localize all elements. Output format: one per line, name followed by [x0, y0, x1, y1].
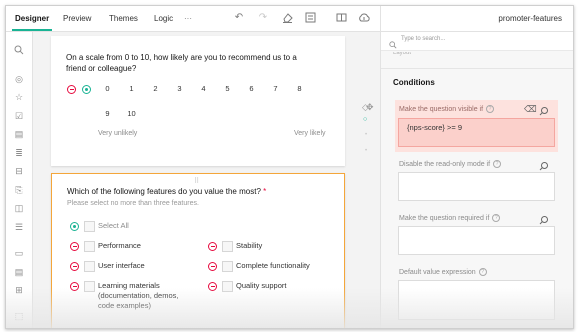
question-description[interactable]: Please select no more than three feature… [67, 200, 199, 207]
boolean-icon[interactable]: ⊟ [13, 165, 25, 177]
default-value-label: Default value expression? [399, 268, 487, 276]
redo-icon[interactable]: ↷ [257, 12, 269, 24]
rate-item[interactable]: 8 [290, 82, 309, 95]
radiogroup-icon[interactable]: ◎ [13, 73, 25, 85]
rate-item[interactable]: 4 [194, 82, 213, 95]
search-icon[interactable] [13, 45, 25, 57]
remove-choice-icon[interactable] [208, 262, 217, 271]
conditions-section-header[interactable]: Conditions [393, 78, 435, 87]
move-icon[interactable]: ◇ [362, 102, 369, 113]
rating-question-card[interactable]: On a scale from 0 to 10, how likely are … [51, 36, 345, 166]
property-grid: Type to search... Layout Conditions Make… [380, 32, 573, 328]
property-search[interactable]: Type to search... [381, 32, 573, 51]
tagbox-icon[interactable]: ≣ [13, 147, 25, 159]
survey-creator-window: Designer Preview Themes Logic ··· ↶ ↷ pr… [5, 5, 574, 329]
comment-icon[interactable]: ▤ [13, 266, 25, 278]
cloud-upload-icon[interactable] [358, 12, 370, 24]
visible-if-label-text: Make the question visible if [399, 105, 484, 113]
undo-icon[interactable]: ↶ [233, 12, 245, 24]
readonly-if-input[interactable] [398, 172, 555, 201]
dot-icon: • [365, 148, 368, 154]
choice-checkbox[interactable] [84, 241, 95, 252]
choice-label[interactable]: Complete functionality [236, 261, 310, 271]
drag-handle-icon[interactable]: ⠿ [194, 177, 200, 185]
top-toolbar: Designer Preview Themes Logic ··· ↶ ↷ pr… [6, 6, 573, 32]
required-if-label-text: Make the question required if [399, 214, 490, 222]
add-item-icon[interactable] [82, 85, 91, 94]
select-all-checkbox[interactable] [84, 221, 95, 232]
question-title[interactable]: Which of the following features do you v… [67, 186, 327, 197]
toolbox-sidebar: ◎ ☆ ☑ ▤ ≣ ⊟ ⎘ ◫ ☰ ▭ ▤ ⊞ ⬚ [6, 32, 33, 328]
select-all-label[interactable]: Select All [98, 221, 129, 231]
survey-name-area: promoter-features [380, 6, 573, 31]
dropdown-icon[interactable]: ▤ [13, 128, 25, 140]
eraser-icon[interactable] [281, 12, 293, 24]
choice-label[interactable]: Performance [98, 241, 141, 251]
text-input-icon[interactable]: ▭ [13, 247, 25, 259]
more-tabs-button[interactable]: ··· [184, 6, 192, 31]
help-icon[interactable]: ? [493, 160, 502, 168]
bottom-fade-overlay [6, 288, 573, 328]
required-if-input[interactable] [398, 226, 555, 255]
rate-item[interactable]: 10 [122, 107, 141, 120]
rate-item[interactable]: 0 [98, 82, 117, 95]
rating-icon[interactable]: ☆ [13, 91, 25, 103]
max-rate-label[interactable]: Very likely [294, 130, 326, 137]
rate-item[interactable]: 3 [170, 82, 189, 95]
tab-preview[interactable]: Preview [63, 6, 91, 31]
layout-section-header[interactable]: Layout [393, 52, 411, 57]
remove-choice-icon[interactable] [70, 242, 79, 251]
readonly-if-label: Disable the read-only mode if? [399, 160, 502, 168]
rate-item[interactable]: 1 [122, 82, 141, 95]
question-title-text[interactable]: Which of the following features do you v… [67, 187, 261, 196]
add-select-all-icon[interactable] [70, 222, 79, 231]
visible-if-input[interactable]: {nps-score} >= 9 [398, 118, 555, 147]
choice-checkbox[interactable] [84, 261, 95, 272]
visible-if-label: Make the question visible if? [399, 105, 495, 113]
required-mark: * [263, 187, 267, 196]
rate-item[interactable]: 9 [98, 107, 117, 120]
required-if-label: Make the question required if? [399, 214, 501, 222]
rate-item[interactable]: 7 [266, 82, 285, 95]
image-picker-icon[interactable]: ◫ [13, 202, 25, 214]
rate-item[interactable]: 2 [146, 82, 165, 95]
choice-checkbox[interactable] [222, 241, 233, 252]
dot-icon: • [365, 132, 368, 138]
choice-label[interactable]: Stability [236, 241, 262, 251]
remove-item-icon[interactable] [67, 85, 76, 94]
help-icon[interactable]: ? [492, 214, 501, 222]
choice-checkbox[interactable] [222, 261, 233, 272]
question-title[interactable]: On a scale from 0 to 10, how likely are … [66, 52, 316, 74]
help-icon[interactable]: ? [486, 105, 495, 113]
divider [381, 68, 573, 69]
eraser-icon[interactable]: ⌫ [524, 104, 537, 115]
rate-item[interactable]: 5 [218, 82, 237, 95]
tab-logic[interactable]: Logic [154, 6, 173, 31]
survey-name: promoter-features [498, 14, 562, 23]
min-rate-label[interactable]: Very unlikely [98, 130, 137, 137]
status-dot-icon: ○ [363, 116, 368, 123]
help-icon[interactable]: ? [478, 268, 487, 276]
default-value-label-text: Default value expression [399, 268, 476, 276]
checkbox-icon[interactable]: ☑ [13, 110, 25, 122]
rate-item[interactable]: 6 [242, 82, 261, 95]
choice-label[interactable]: User interface [98, 261, 145, 271]
remove-choice-icon[interactable] [208, 242, 217, 251]
tab-designer[interactable]: Designer [11, 6, 53, 31]
readonly-if-label-text: Disable the read-only mode if [399, 160, 491, 168]
file-icon[interactable]: ⎘ [13, 184, 25, 196]
settings-icon[interactable] [304, 12, 316, 24]
search-placeholder[interactable]: Type to search... [401, 36, 445, 42]
ranking-icon[interactable]: ☰ [13, 221, 25, 233]
design-canvas: On a scale from 0 to 10, how likely are … [33, 32, 374, 328]
book-icon[interactable] [335, 12, 347, 24]
tab-themes[interactable]: Themes [109, 6, 138, 31]
remove-choice-icon[interactable] [70, 262, 79, 271]
